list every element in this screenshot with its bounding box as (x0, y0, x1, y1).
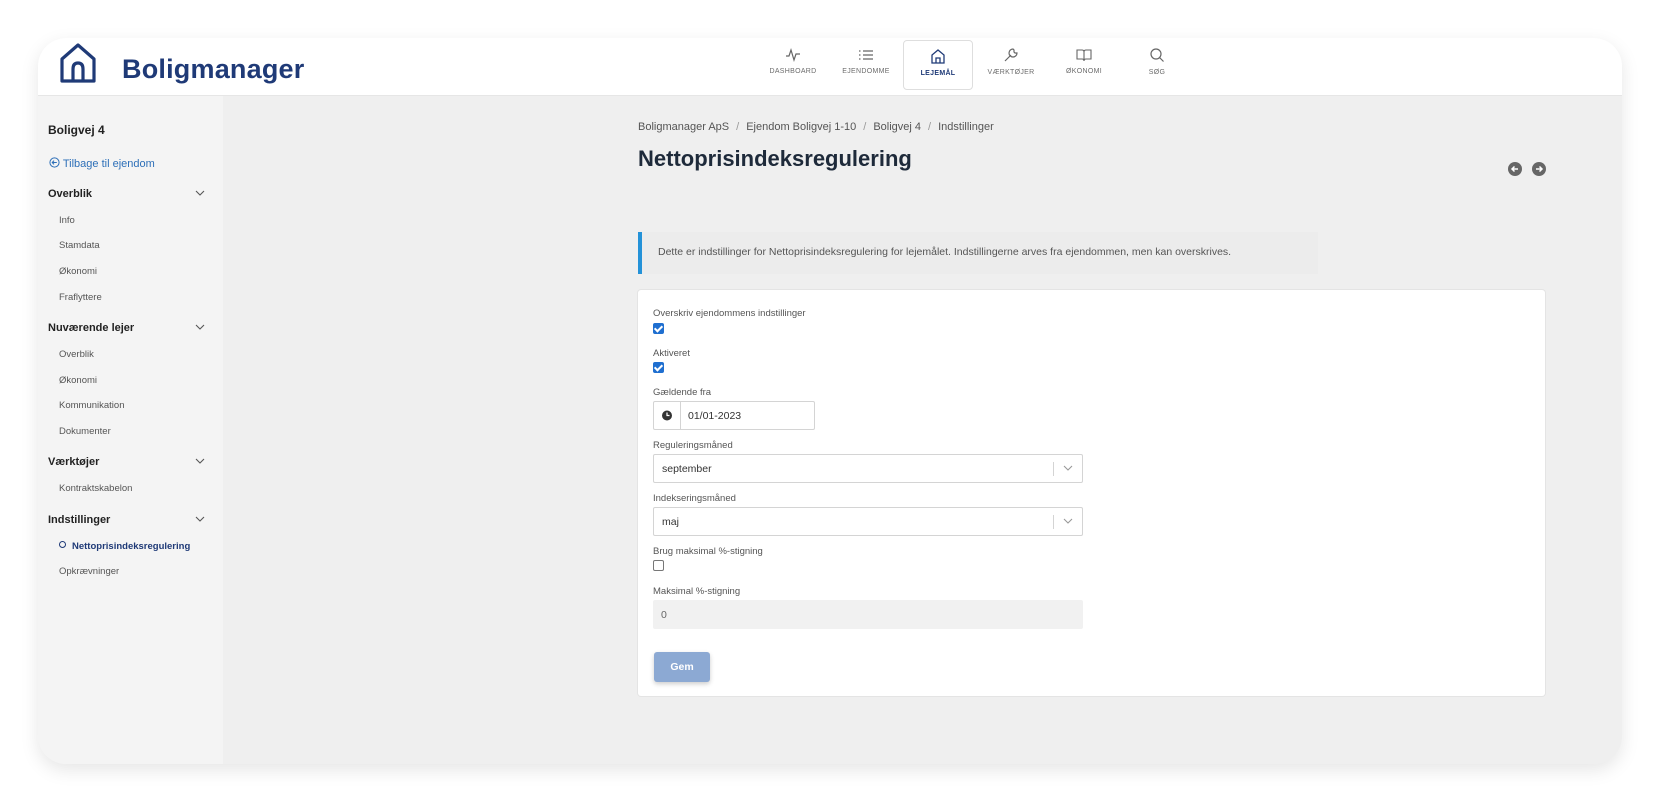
page-title: Nettoprisindeksregulering (638, 146, 912, 171)
info-text: Dette er indstillinger for Nettoprisinde… (658, 246, 1232, 258)
breadcrumb-item[interactable]: Boligvej 4 (873, 121, 921, 133)
back-to-property-link[interactable]: Tilbage til ejendom (49, 157, 155, 170)
section-label: Værktøjer (48, 456, 100, 468)
nav-lejemaal[interactable]: LEJEMÅL (903, 40, 973, 90)
next-arrow-icon[interactable] (1532, 161, 1547, 176)
chevron-down-icon (1063, 465, 1073, 471)
sidebar-item-dokumenter[interactable]: Dokumenter (59, 426, 111, 437)
brand-name: Boligmanager (122, 54, 305, 84)
breadcrumb-item[interactable]: Boligmanager ApS (638, 121, 729, 133)
regulation-month-value: september (662, 463, 712, 475)
chevron-down-icon (195, 324, 205, 330)
valid-from-value: 01/01-2023 (688, 410, 742, 422)
house-logo-icon (60, 43, 96, 83)
sidebar-section-vaerktoejer[interactable]: Værktøjer (48, 456, 213, 468)
sidebar-item-nettoprisindeksregulering[interactable]: Nettoprisindeksregulering (59, 541, 190, 552)
indexing-month-select[interactable]: maj (653, 507, 1083, 536)
chevron-down-icon (195, 190, 205, 196)
home-icon (931, 49, 945, 64)
book-icon (1076, 49, 1092, 62)
top-bar: Boligmanager DASHBOARD EJENDOMME LEJEMÅL… (38, 38, 1622, 96)
sidebar-item-lejer-overblik[interactable]: Overblik (59, 349, 94, 360)
regulation-month-select[interactable]: september (653, 454, 1083, 483)
section-label: Indstillinger (48, 514, 111, 526)
override-checkbox[interactable] (653, 323, 664, 334)
nav-label: LEJEMÅL (920, 70, 956, 77)
sidebar-section-indstillinger[interactable]: Indstillinger (48, 514, 213, 526)
indexing-month-label: Indekseringsmåned (653, 493, 736, 504)
sidebar-item-kommunikation[interactable]: Kommunikation (59, 400, 124, 411)
sidebar-section-nuvaerende-lejer[interactable]: Nuværende lejer (48, 322, 213, 334)
nav-label: SØG (1148, 69, 1166, 76)
sidebar-item-lejer-oekonomi[interactable]: Økonomi (59, 375, 97, 386)
use-max-label: Brug maksimal %-stigning (653, 546, 763, 557)
nav-dashboard[interactable]: DASHBOARD (758, 40, 828, 88)
nav-label: ØKONOMI (1066, 68, 1102, 75)
sidebar-section-overblik[interactable]: Overblik (48, 188, 213, 200)
sidebar-item-oekonomi[interactable]: Økonomi (59, 266, 97, 277)
max-increase-value: 0 (661, 609, 667, 621)
wrench-icon (1004, 48, 1018, 62)
sidebar-title: Boligvej 4 (48, 123, 105, 137)
pager (1508, 160, 1552, 178)
regulation-month-label: Reguleringsmåned (653, 440, 733, 451)
nav-soeg[interactable]: SØG (1122, 40, 1192, 88)
breadcrumb: Boligmanager ApS / Ejendom Boligvej 1-10/B… (638, 121, 994, 133)
nav-ejendomme[interactable]: EJENDOMME (831, 40, 901, 88)
sidebar-item-fraflyttere[interactable]: Fraflyttere (59, 292, 102, 303)
use-max-checkbox[interactable] (653, 560, 664, 571)
settings-form: Overskriv ejendommens indstillinger Akti… (638, 290, 1545, 696)
nav-label: VÆRKTØJER (987, 69, 1035, 76)
logo[interactable]: Boligmanager (56, 41, 304, 91)
nav-vaerktoejer[interactable]: VÆRKTØJER (976, 40, 1046, 88)
activated-label: Aktiveret (653, 348, 690, 359)
back-arrow-circle-icon (49, 157, 60, 168)
previous-arrow-icon[interactable] (1508, 161, 1522, 176)
list-icon (859, 50, 873, 60)
search-icon (1150, 48, 1164, 62)
indexing-month-value: maj (662, 516, 679, 528)
override-label: Overskriv ejendommens indstillinger (653, 308, 806, 319)
active-dot-icon (59, 541, 66, 548)
clock-icon (654, 402, 681, 429)
sidebar-item-stamdata[interactable]: Stamdata (59, 240, 100, 251)
section-label: Overblik (48, 188, 93, 200)
back-link-label: Tilbage til ejendom (62, 158, 155, 170)
sidebar-item-label: Nettoprisindeksregulering (72, 541, 191, 552)
chevron-down-icon (195, 458, 205, 464)
sidebar-item-kontraktskabelon[interactable]: Kontraktskabelon (59, 483, 132, 494)
nav-oekonomi[interactable]: ØKONOMI (1049, 40, 1119, 88)
max-increase-input[interactable]: 0 (653, 600, 1083, 629)
app-window: Boligmanager DASHBOARD EJENDOMME LEJEMÅL… (38, 38, 1622, 764)
sidebar: Boligvej 4 Tilbage til ejendom Overblik … (38, 96, 223, 764)
nav-label: EJENDOMME (842, 68, 890, 75)
breadcrumb-item[interactable]: Ejendom Boligvej 1-10 (746, 121, 856, 133)
chevron-down-icon (1063, 518, 1073, 524)
chevron-down-icon (195, 516, 205, 522)
activated-checkbox[interactable] (653, 362, 664, 373)
main-content: Boligmanager ApS / Ejendom Boligvej 1-10/B… (223, 96, 1622, 764)
activity-icon (786, 48, 800, 62)
max-increase-label: Maksimal %-stigning (653, 586, 741, 597)
sidebar-item-info[interactable]: Info (59, 215, 75, 226)
breadcrumb-item: Indstillinger (938, 121, 994, 133)
sidebar-item-opkraevninger[interactable]: Opkrævninger (59, 566, 119, 577)
nav-label: DASHBOARD (769, 68, 817, 75)
save-button[interactable]: Gem (654, 652, 710, 682)
valid-from-label: Gældende fra (653, 387, 712, 398)
section-label: Nuværende lejer (48, 322, 135, 334)
valid-from-input[interactable]: 01/01-2023 (653, 401, 815, 430)
info-alert: Dette er indstillinger for Nettoprisinde… (638, 232, 1318, 274)
